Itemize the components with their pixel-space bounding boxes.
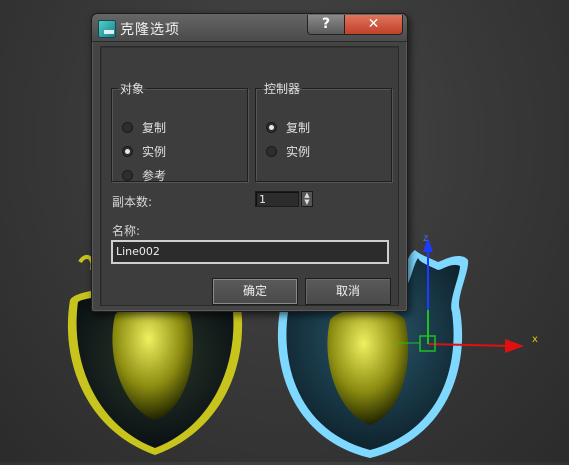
radio-object-instance[interactable] [122,145,133,157]
radio-label: 参考 [142,168,167,183]
radio-controller-instance[interactable] [266,145,277,157]
copies-field[interactable]: 1 [255,191,299,207]
controller-group: 控制器 复制 实例 [255,80,392,182]
spinner-arrows[interactable]: ▲ ▼ [301,191,313,207]
controller-group-legend: 控制器 [264,82,301,96]
controller-copy-option[interactable]: 复制 [266,119,310,135]
dialog-titlebar[interactable]: 克隆选项 ? ✕ [92,14,407,42]
gizmo-z-label: z [423,233,429,244]
object-instance-option[interactable]: 实例 [122,143,166,159]
spinner-down-icon[interactable]: ▼ [302,199,312,206]
radio-label: 实例 [286,144,311,159]
dialog-title: 克隆选项 [120,22,180,38]
controller-instance-option[interactable]: 实例 [266,143,310,159]
copies-label: 副本数: [112,195,153,209]
radio-label: 复制 [286,120,311,135]
gizmo-x-label: x [532,334,538,345]
radio-controller-copy[interactable] [266,121,277,133]
name-field[interactable]: Line002 [111,240,389,264]
object-group-legend: 对象 [120,82,145,96]
clone-options-dialog: 克隆选项 ? ✕ 对象 复制 实例 参考 控制器 复制 实例 副本数: 1 ▲ … [91,13,408,312]
object-group: 对象 复制 实例 参考 [111,80,248,183]
radio-object-copy[interactable] [122,121,133,133]
name-label: 名称: [112,224,141,238]
radio-object-reference[interactable] [122,169,133,181]
object-reference-option[interactable]: 参考 [122,167,166,183]
close-button[interactable]: ✕ [344,15,403,35]
cancel-button[interactable]: 取消 [305,278,391,305]
radio-label: 复制 [142,120,167,135]
dialog-body: 对象 复制 实例 参考 控制器 复制 实例 副本数: 1 ▲ ▼ 名称: Lin… [100,46,399,306]
help-button[interactable]: ? [307,15,345,35]
ok-button[interactable]: 确定 [212,278,298,305]
radio-label: 实例 [142,144,167,159]
app-icon [98,20,116,38]
object-copy-option[interactable]: 复制 [122,119,166,135]
copies-spinner[interactable]: 1 ▲ ▼ [255,191,315,209]
